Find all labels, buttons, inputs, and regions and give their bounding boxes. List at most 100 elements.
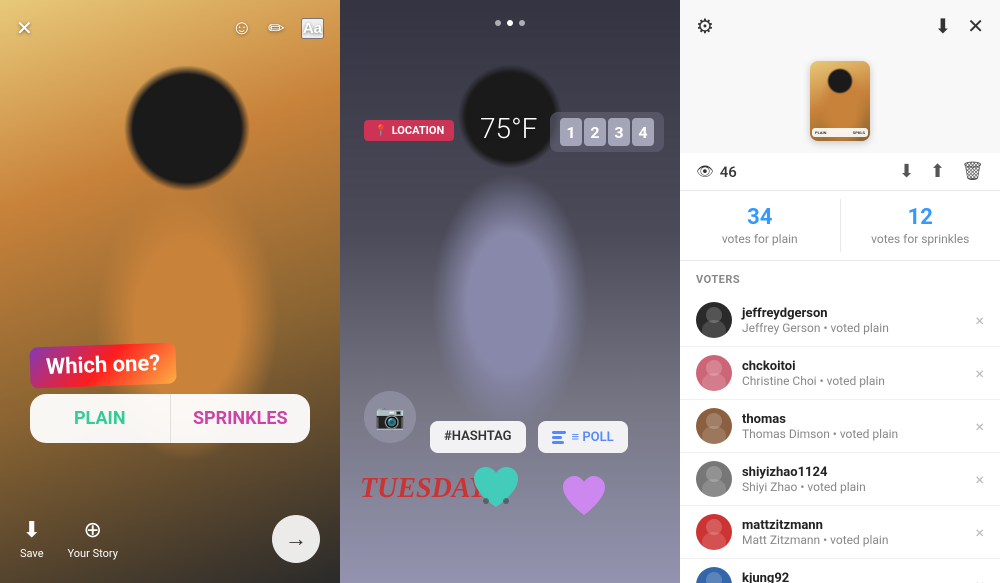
tuesday-sticker[interactable]: TUESDAY bbox=[360, 473, 486, 505]
draw-button[interactable]: ✏ bbox=[268, 16, 285, 41]
plain-count: 34 bbox=[688, 205, 832, 230]
poll-sticker-button[interactable]: ≡ POLL bbox=[538, 421, 628, 453]
voter-avatar bbox=[696, 408, 732, 444]
save-label: Save bbox=[20, 547, 44, 560]
settings-button[interactable]: ⚙ bbox=[696, 14, 714, 39]
views-number: 46 bbox=[720, 163, 737, 181]
sticker-button[interactable]: ☺ bbox=[232, 17, 252, 40]
your-story-action[interactable]: ⊕ Your Story bbox=[68, 518, 118, 560]
heart-sticker-teal[interactable] bbox=[470, 463, 522, 528]
poll-sticker-label: ≡ POLL bbox=[572, 429, 614, 445]
thumb-poll-overlay: PLAINSPKLS bbox=[812, 128, 868, 137]
story-thumbnail-container: PLAINSPKLS bbox=[680, 53, 1000, 153]
sprinkles-count: 12 bbox=[849, 205, 993, 230]
toolbar-right-actions: ☺ ✏ Aa bbox=[232, 16, 324, 41]
header-right: ⬇ ✕ bbox=[934, 14, 984, 39]
location-pin-icon: 📍 bbox=[374, 124, 388, 137]
story-toolbar: ✕ ☺ ✏ Aa bbox=[0, 0, 340, 49]
voter-fullname: Jeffrey Gerson • voted plain bbox=[742, 321, 975, 335]
voter-close-button[interactable]: × bbox=[975, 364, 984, 383]
views-share-button[interactable]: ⬆ bbox=[930, 161, 945, 182]
poll-result-plain: 34 votes for plain bbox=[680, 191, 840, 260]
story-person-image bbox=[0, 0, 340, 583]
voter-username: mattzitzmann bbox=[742, 518, 975, 533]
voter-fullname: Thomas Dimson • voted plain bbox=[742, 427, 975, 441]
voter-avatar bbox=[696, 302, 732, 338]
poll-result-sprinkles: 12 votes for sprinkles bbox=[841, 191, 1000, 260]
story-creator-panel: ✕ ☺ ✏ Aa Which one? PLAIN SPRINKLES ⬇ Sa… bbox=[0, 0, 340, 583]
dot-2 bbox=[507, 20, 513, 26]
poll-option-plain[interactable]: PLAIN bbox=[30, 394, 171, 443]
poll-question: Which one? bbox=[29, 342, 177, 388]
dot-3 bbox=[519, 20, 525, 26]
voter-close-button[interactable]: × bbox=[975, 311, 984, 330]
voter-fullname: Shiyi Zhao • voted plain bbox=[742, 480, 975, 494]
header-left: ⚙ bbox=[696, 14, 714, 39]
camera-icon: 📷 bbox=[375, 403, 405, 431]
views-count: 👁 46 bbox=[696, 163, 737, 181]
voter-avatar bbox=[696, 567, 732, 583]
save-icon: ⬇ bbox=[23, 518, 41, 543]
location-sticker[interactable]: 📍 LOCATION bbox=[364, 120, 454, 141]
poll-results: 34 votes for plain 12 votes for sprinkle… bbox=[680, 191, 1000, 261]
location-label: LOCATION bbox=[392, 124, 445, 137]
voter-username: chckoitoi bbox=[742, 359, 975, 374]
stickers-panel: 📍 LOCATION 75°F 1 2 3 4 📷 #HASHTAG ≡ POL… bbox=[340, 0, 680, 583]
voter-item: jeffreydgersonJeffrey Gerson • voted pla… bbox=[680, 294, 1000, 347]
voter-item: mattzitzmannMatt Zitzmann • voted plain× bbox=[680, 506, 1000, 559]
timer-digit-2: 2 bbox=[584, 118, 606, 146]
voters-list: jeffreydgersonJeffrey Gerson • voted pla… bbox=[680, 294, 1000, 583]
voter-close-button[interactable]: × bbox=[975, 523, 984, 542]
timer-digit-1: 1 bbox=[560, 118, 582, 146]
story-thumbnail[interactable]: PLAINSPKLS bbox=[810, 61, 870, 141]
camera-button[interactable]: 📷 bbox=[364, 391, 416, 443]
sticker-row: #HASHTAG ≡ POLL bbox=[430, 421, 664, 453]
voter-info: mattzitzmannMatt Zitzmann • voted plain bbox=[742, 518, 975, 547]
voter-item: thomasThomas Dimson • voted plain× bbox=[680, 400, 1000, 453]
timer-digit-4: 4 bbox=[632, 118, 654, 146]
voters-header: VOTERS bbox=[680, 261, 1000, 294]
temperature-sticker[interactable]: 75°F bbox=[480, 112, 537, 145]
plain-label: votes for plain bbox=[688, 232, 832, 246]
next-button[interactable]: → bbox=[272, 515, 320, 563]
header-download-button[interactable]: ⬇ bbox=[934, 14, 951, 39]
your-story-label: Your Story bbox=[68, 547, 118, 560]
voter-close-button[interactable]: × bbox=[975, 470, 984, 489]
poll-option-sprinkles[interactable]: SPRINKLES bbox=[171, 394, 311, 443]
voter-info: thomasThomas Dimson • voted plain bbox=[742, 412, 975, 441]
progress-dots bbox=[495, 20, 525, 26]
voter-info: chckoitoiChristine Choi • voted plain bbox=[742, 359, 975, 388]
voter-close-button[interactable]: × bbox=[975, 576, 984, 583]
text-button[interactable]: Aa bbox=[301, 18, 324, 39]
voters-section: VOTERS jeffreydgersonJeffrey Gerson • vo… bbox=[680, 261, 1000, 583]
heart-sticker-purple[interactable] bbox=[560, 473, 608, 533]
dot-1 bbox=[495, 20, 501, 26]
timer-digit-3: 3 bbox=[608, 118, 630, 146]
voter-username: jeffreydgerson bbox=[742, 306, 975, 321]
voter-avatar bbox=[696, 514, 732, 550]
views-bar: 👁 46 ⬇ ⬆ 🗑 bbox=[680, 153, 1000, 191]
add-story-icon: ⊕ bbox=[84, 518, 102, 543]
voter-info: shiyizhao1124Shiyi Zhao • voted plain bbox=[742, 465, 975, 494]
hashtag-sticker[interactable]: #HASHTAG bbox=[430, 421, 526, 453]
views-delete-button[interactable]: 🗑 bbox=[961, 161, 984, 182]
voter-item: chckoitoiChristine Choi • voted plain× bbox=[680, 347, 1000, 400]
viewers-panel: ⚙ ⬇ ✕ PLAINSPKLS 👁 46 ⬇ ⬆ 🗑 34 votes for… bbox=[680, 0, 1000, 583]
poll-sticker: Which one? PLAIN SPRINKLES bbox=[30, 345, 310, 443]
voter-info: jeffreydgersonJeffrey Gerson • voted pla… bbox=[742, 306, 975, 335]
voter-avatar bbox=[696, 355, 732, 391]
eye-icon: 👁 bbox=[696, 164, 714, 180]
views-actions: ⬇ ⬆ 🗑 bbox=[899, 161, 984, 182]
close-button[interactable]: ✕ bbox=[16, 16, 33, 41]
voter-close-button[interactable]: × bbox=[975, 417, 984, 436]
poll-options: PLAIN SPRINKLES bbox=[30, 394, 310, 443]
timer-sticker[interactable]: 1 2 3 4 bbox=[550, 112, 664, 152]
header-close-button[interactable]: ✕ bbox=[967, 14, 984, 39]
sprinkles-label: votes for sprinkles bbox=[849, 232, 993, 246]
voter-info: kjung92Kevin Jung • voted plain bbox=[742, 571, 975, 583]
voter-item: kjung92Kevin Jung • voted plain× bbox=[680, 559, 1000, 583]
story-bottom-toolbar: ⬇ Save ⊕ Your Story → bbox=[0, 503, 340, 583]
voter-avatar bbox=[696, 461, 732, 497]
save-action[interactable]: ⬇ Save bbox=[20, 518, 44, 560]
views-download-button[interactable]: ⬇ bbox=[899, 161, 914, 182]
